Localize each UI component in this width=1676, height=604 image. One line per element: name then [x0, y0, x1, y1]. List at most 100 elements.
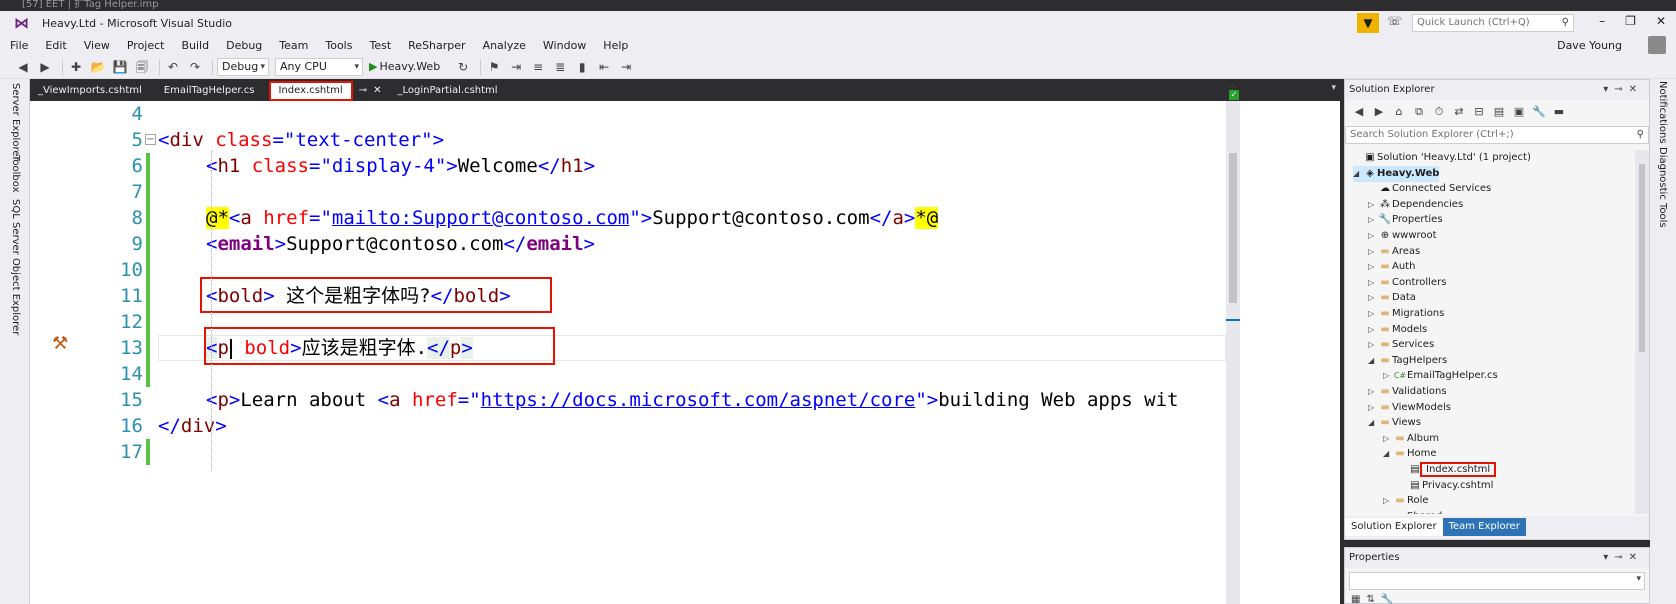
- code-line[interactable]: 6 <h1 class="display-4">Welcome</h1>: [30, 153, 1314, 179]
- properties-icon[interactable]: 🔧: [1531, 104, 1547, 120]
- restore-icon[interactable]: ❐: [1625, 14, 1636, 28]
- expand-icon[interactable]: ▷: [1368, 337, 1378, 353]
- collapse-icon[interactable]: ◢: [1383, 509, 1393, 514]
- menu-file[interactable]: File: [10, 39, 28, 52]
- pin-icon[interactable]: ⊸: [1614, 552, 1628, 563]
- expand-icon[interactable]: ▷: [1368, 400, 1378, 416]
- new-project-icon[interactable]: ✚: [67, 59, 85, 75]
- properties-object-select[interactable]: [1349, 572, 1645, 590]
- code-line[interactable]: 7: [30, 179, 1314, 205]
- tree-item[interactable]: ▷ ▬ ViewModels: [1368, 400, 1451, 416]
- code-line[interactable]: 16 </div>: [30, 413, 1314, 439]
- collapse-icon[interactable]: ◢: [1368, 415, 1378, 431]
- menu-tools[interactable]: Tools: [325, 39, 352, 52]
- menu-view[interactable]: View: [84, 39, 110, 52]
- show-all-files-icon[interactable]: ▤: [1491, 104, 1507, 120]
- tab-solution-explorer[interactable]: Solution Explorer: [1345, 518, 1443, 536]
- code-area[interactable]: ⚒ 4 5− <div class="text-center"> 6 <h1 class…: [30, 101, 1314, 604]
- collapse-icon[interactable]: ◢: [1383, 446, 1393, 462]
- window-position-icon[interactable]: ▾: [1603, 552, 1614, 563]
- step-icon[interactable]: ⇥: [507, 59, 525, 75]
- tree-item[interactable]: ▷ C#EmailTagHelper.cs: [1383, 368, 1498, 384]
- menu-team[interactable]: Team: [279, 39, 308, 52]
- pin-icon[interactable]: ⊸: [359, 81, 367, 101]
- tree-item[interactable]: ◢ ◈ Heavy.Web: [1353, 165, 1440, 182]
- collapse-icon[interactable]: −: [145, 134, 156, 145]
- menu-build[interactable]: Build: [181, 39, 209, 52]
- start-debugging-icon[interactable]: ▶: [369, 60, 377, 73]
- tab-emailtaghelper[interactable]: EmailTagHelper.cs: [156, 81, 263, 101]
- code-line[interactable]: 17: [30, 439, 1314, 465]
- solution-tree-scrollbar[interactable]: [1635, 150, 1649, 514]
- tab-team-explorer[interactable]: Team Explorer: [1442, 518, 1526, 536]
- tree-item[interactable]: ▣ Solution 'Heavy.Ltd' (1 project): [1353, 150, 1531, 166]
- tree-item[interactable]: ▷ ▬ Role: [1383, 493, 1429, 509]
- menu-analyze[interactable]: Analyze: [483, 39, 526, 52]
- next-bookmark-icon[interactable]: ⇥: [617, 59, 635, 75]
- expand-icon[interactable]: ▷: [1383, 493, 1393, 509]
- close-icon[interactable]: ✕: [1629, 552, 1643, 563]
- start-target-button[interactable]: Heavy.Web: [379, 60, 440, 73]
- tree-item[interactable]: ▷ ⊕ wwwroot: [1368, 228, 1437, 244]
- tree-item[interactable]: ☁ Connected Services: [1368, 181, 1491, 197]
- alphabetical-icon[interactable]: ⇅: [1366, 594, 1374, 604]
- scrollbar-thumb[interactable]: [1229, 153, 1237, 303]
- tab-overflow-icon[interactable]: ▾: [1331, 83, 1336, 93]
- back-icon[interactable]: ◀: [1351, 104, 1367, 120]
- quick-launch-input[interactable]: Quick Launch (Ctrl+Q) ⚲: [1412, 14, 1574, 32]
- tree-item[interactable]: ▷ ▬ Migrations: [1368, 306, 1444, 322]
- platform-select[interactable]: Any CPU: [275, 57, 363, 76]
- expand-icon[interactable]: ▷: [1368, 212, 1378, 228]
- property-pages-icon[interactable]: 🔧: [1381, 594, 1393, 604]
- expand-icon[interactable]: ▷: [1368, 197, 1378, 213]
- tree-item[interactable]: ▷ ▬ Data: [1368, 290, 1416, 306]
- tree-item[interactable]: ▷ ▬ Controllers: [1368, 275, 1446, 291]
- menu-project[interactable]: Project: [127, 39, 165, 52]
- code-line[interactable]: 8 @*<a href="mailto:Support@contoso.com">…: [30, 205, 1314, 231]
- server-explorer-tab[interactable]: Server Explorer: [10, 83, 21, 161]
- tree-item[interactable]: ▤ Privacy.cshtml: [1398, 478, 1493, 494]
- tree-item[interactable]: ◢▬Shared: [1383, 509, 1442, 514]
- minimize-icon[interactable]: –: [1599, 14, 1605, 28]
- menu-window[interactable]: Window: [543, 39, 586, 52]
- menu-resharper[interactable]: ReSharper: [408, 39, 465, 52]
- pending-changes-icon[interactable]: ⏱: [1431, 104, 1447, 120]
- tree-item[interactable]: ▷ 🔧Properties: [1368, 212, 1443, 228]
- tree-item[interactable]: ▷ ⁂ Dependencies: [1368, 197, 1463, 213]
- expand-icon[interactable]: ▷: [1383, 431, 1393, 447]
- prev-bookmark-icon[interactable]: ⇤: [595, 59, 613, 75]
- tab-index-cshtml[interactable]: Index.cshtml: [268, 81, 353, 101]
- categorized-icon[interactable]: ▦: [1351, 594, 1360, 604]
- menu-debug[interactable]: Debug: [226, 39, 262, 52]
- scrollbar-thumb[interactable]: [1639, 164, 1645, 352]
- expand-icon[interactable]: ▷: [1368, 290, 1378, 306]
- expand-icon[interactable]: ▷: [1368, 384, 1378, 400]
- avatar[interactable]: [1648, 36, 1666, 54]
- find-icon[interactable]: ⚑: [485, 59, 503, 75]
- refresh-icon[interactable]: ↻: [454, 59, 472, 75]
- undo-icon[interactable]: ↶: [164, 59, 182, 75]
- expand-icon[interactable]: ▷: [1383, 368, 1393, 384]
- tree-item[interactable]: ▷ ▬ Album: [1383, 431, 1439, 447]
- save-all-icon[interactable]: 🗐: [133, 59, 151, 75]
- minus-icon[interactable]: ▬: [1551, 104, 1567, 120]
- expand-icon[interactable]: ▷: [1368, 244, 1378, 260]
- close-icon[interactable]: ✕: [1656, 14, 1666, 28]
- collapse-all-icon[interactable]: ⊟: [1471, 104, 1487, 120]
- configuration-select[interactable]: Debug: [217, 57, 269, 76]
- tree-item[interactable]: ◢ ▬ TagHelpers: [1368, 353, 1447, 369]
- expand-icon[interactable]: ▷: [1368, 322, 1378, 338]
- back-icon[interactable]: ◀: [14, 59, 32, 75]
- editor-vertical-scrollbar[interactable]: [1226, 101, 1240, 604]
- feedback-icon[interactable]: ☏: [1387, 14, 1402, 28]
- expand-icon[interactable]: ▷: [1368, 228, 1378, 244]
- open-file-icon[interactable]: 📂: [89, 59, 107, 75]
- pin-icon[interactable]: ⊸: [1614, 84, 1628, 95]
- code-line[interactable]: 4: [30, 101, 1314, 127]
- tree-item[interactable]: ▤ Index.cshtml: [1398, 462, 1497, 478]
- tree-item[interactable]: ◢ ▬ Home: [1383, 446, 1437, 462]
- comment-icon[interactable]: ≡: [529, 59, 547, 75]
- expand-icon[interactable]: ▷: [1368, 275, 1378, 291]
- filter-icon[interactable]: ▼: [1357, 13, 1379, 33]
- tree-item[interactable]: ◢ ▬ Views: [1368, 415, 1421, 431]
